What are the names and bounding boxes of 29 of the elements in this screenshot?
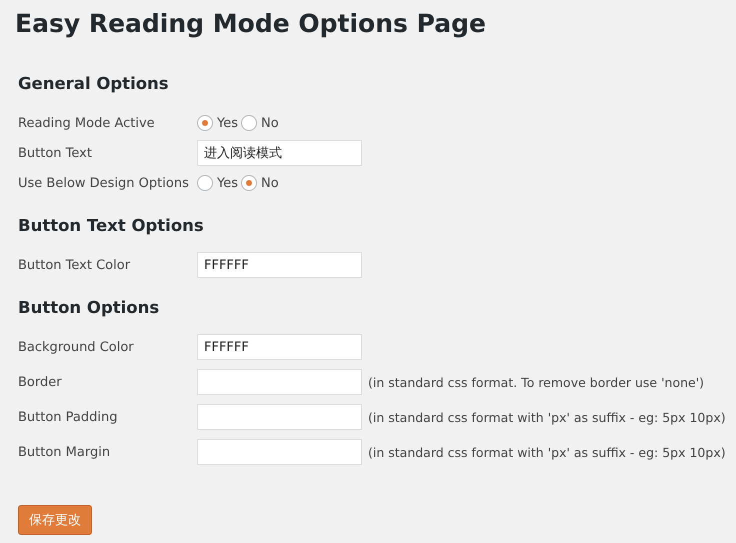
page-title: Easy Reading Mode Options Page: [15, 8, 487, 40]
radio-label: Yes: [217, 176, 238, 190]
field-label: Button Margin: [18, 444, 112, 460]
input-field[interactable]: FFFFFF: [197, 334, 362, 360]
radio-label: No: [261, 116, 279, 130]
input-field[interactable]: [197, 439, 362, 465]
hint-text: (in standard css format with 'px' as suffix - eg: 5px 10px): [368, 410, 726, 424]
field-label: Reading Mode Active: [18, 116, 156, 130]
radio-label: Yes: [217, 116, 238, 130]
radio-button[interactable]: [241, 115, 257, 131]
section-heading: Button Text Options: [18, 215, 205, 237]
radio-button[interactable]: [197, 115, 213, 131]
radio-button[interactable]: [241, 175, 257, 191]
radio-label: No: [261, 176, 279, 190]
input-field[interactable]: [197, 404, 362, 430]
section-heading: General Options: [18, 73, 170, 95]
field-label: Button Text: [18, 146, 93, 160]
input-field[interactable]: 进入阅读模式: [197, 140, 362, 166]
hint-text: (in standard css format. To remove border use 'none'): [368, 374, 704, 390]
input-field[interactable]: [197, 369, 362, 395]
section-heading: Button Options: [18, 297, 160, 319]
field-label: Button Text Color: [18, 258, 132, 272]
field-label: Use Below Design Options: [18, 176, 190, 190]
hint-text: (in standard css format with 'px' as suffix - eg: 5px 10px): [368, 444, 726, 460]
field-label: Background Color: [18, 340, 135, 354]
input-field[interactable]: FFFFFF: [197, 252, 362, 278]
field-label: Border: [18, 374, 63, 390]
field-label: Button Padding: [18, 410, 119, 424]
radio-button[interactable]: [197, 175, 213, 191]
